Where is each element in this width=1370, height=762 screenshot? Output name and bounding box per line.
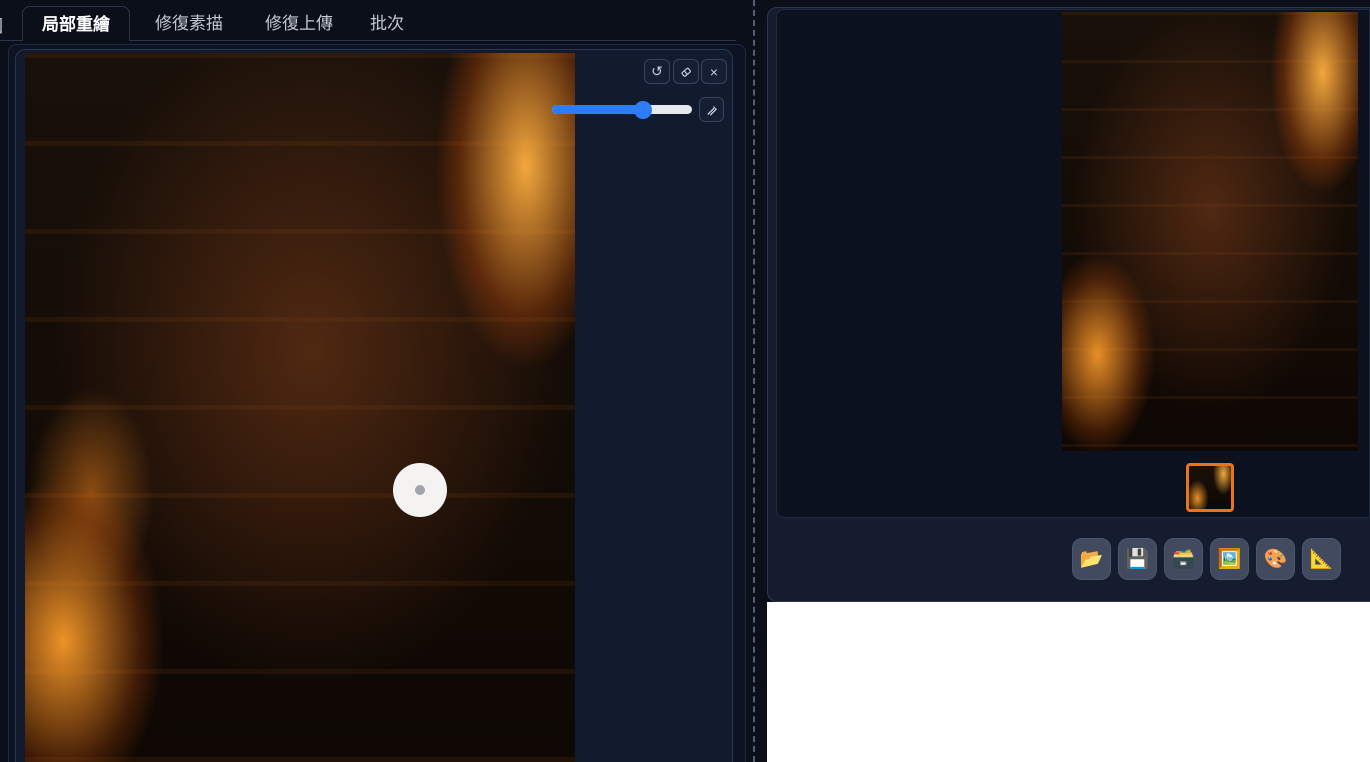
brush-cursor-center-dot [415,485,425,495]
undo-button[interactable]: ↺ [644,59,670,84]
tab-batch[interactable]: 批次 [362,6,412,41]
brush-size-slider[interactable] [552,105,692,114]
tab-inpaint[interactable]: 局部重繪 [22,6,130,41]
framed-picture-icon: 🖼️ [1217,548,1242,570]
adjust-brush-size-button[interactable] [699,97,724,122]
inpaint-canvas-image[interactable] [25,53,575,762]
tab-partial-label: 圖 [0,12,3,37]
save-image-button[interactable]: 💾 [1118,538,1157,580]
send-to-inpaint-button[interactable]: 🎨 [1256,538,1295,580]
card-file-box-icon: 🗃️ [1171,548,1196,570]
close-image-button[interactable]: × [701,59,727,84]
tab-partial-left[interactable]: 圖 [0,8,10,40]
pane-resize-handle[interactable] [753,0,755,762]
open-folder-button[interactable]: 📂 [1072,538,1111,580]
brush-size-slider-thumb[interactable] [634,101,652,119]
brush-size-icon [704,102,719,117]
folder-icon: 📂 [1079,548,1104,570]
brush-size-slider-fill [552,105,643,114]
send-to-img2img-button[interactable]: 🖼️ [1210,538,1249,580]
eraser-button[interactable] [673,59,699,84]
tab-inpaint-sketch[interactable]: 修復素描 [148,6,230,41]
tab-inpaint-upload[interactable]: 修復上傳 [258,6,340,41]
brush-cursor[interactable] [393,463,447,517]
info-iframe-area [767,602,1370,762]
palette-icon: 🎨 [1263,548,1288,570]
triangular-ruler-icon: 📐 [1309,548,1334,570]
gallery-action-buttons: 📂 💾 🗃️ 🖼️ 🎨 📐 [1072,538,1341,580]
result-preview-image[interactable] [1062,12,1358,451]
save-zip-button[interactable]: 🗃️ [1164,538,1203,580]
eraser-icon [679,65,693,79]
floppy-save-icon: 💾 [1125,548,1150,570]
send-to-extras-button[interactable]: 📐 [1302,538,1341,580]
gallery-thumbnail-selected[interactable] [1186,463,1234,512]
